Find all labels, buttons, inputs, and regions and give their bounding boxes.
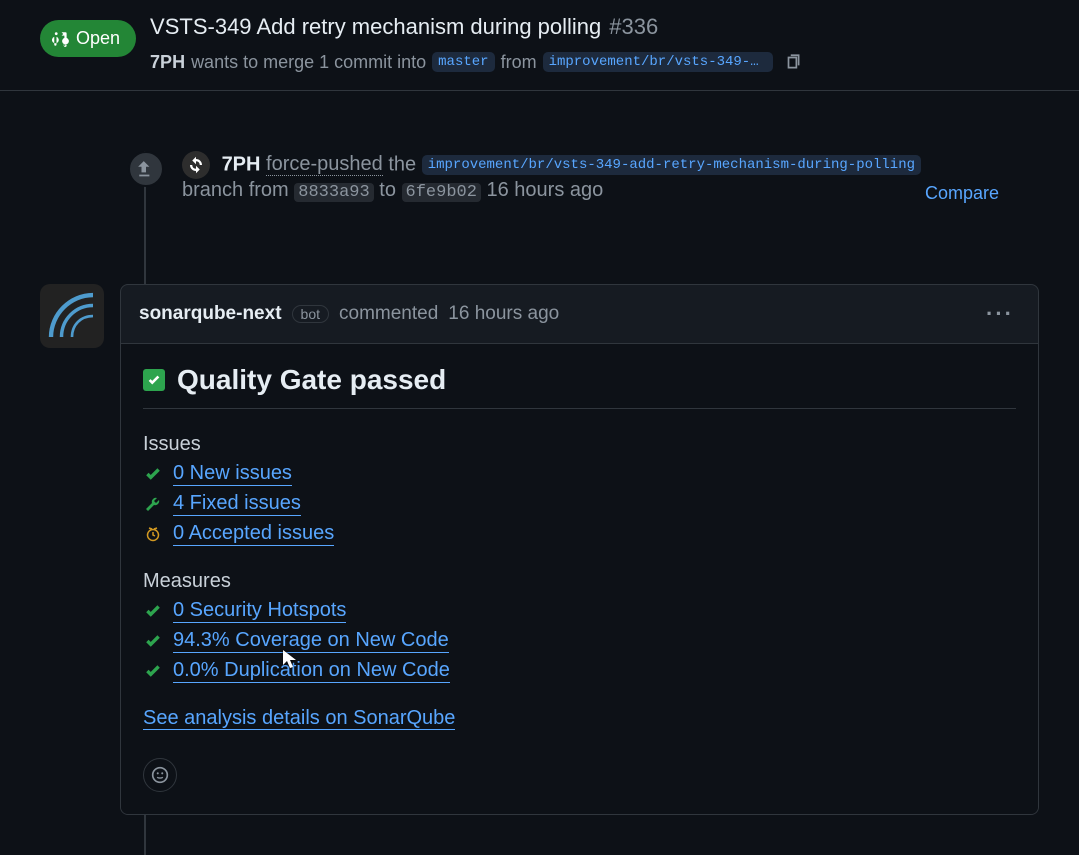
metric-row: 0.0% Duplication on New Code — [143, 659, 1016, 683]
pr-state-label: Open — [76, 28, 120, 49]
metric-row: 0 Accepted issues — [143, 522, 1016, 546]
compare-link[interactable]: Compare — [925, 183, 999, 204]
add-reaction-button[interactable] — [143, 758, 177, 792]
metric-row: 4 Fixed issues — [143, 492, 1016, 516]
comment-wrap: sonarqube-next bot commented 16 hours ag… — [40, 284, 1039, 815]
metric-row: 94.3% Coverage on New Code — [143, 629, 1016, 653]
base-branch-chip[interactable]: master — [432, 52, 494, 72]
branch-word: branch from — [182, 179, 289, 201]
issues-heading: Issues — [143, 433, 1016, 456]
metric-row: 0 New issues — [143, 462, 1016, 486]
check-icon — [143, 601, 163, 621]
sonarqube-icon — [44, 288, 100, 344]
qg-pass-icon — [143, 369, 165, 391]
force-push-icon — [137, 160, 155, 178]
merge-text: wants to merge 1 commit into — [191, 52, 426, 73]
event-branch-chip[interactable]: improvement/br/vsts-349-add-retry-mechan… — [422, 155, 921, 175]
metric-row: 0 Security Hotspots — [143, 599, 1016, 623]
the-word: the — [388, 153, 416, 175]
pr-title: VSTS-349 Add retry mechanism during poll… — [150, 14, 601, 40]
measures-list: 0 Security Hotspots 94.3% Coverage on New… — [143, 599, 1016, 683]
pr-header-main: VSTS-349 Add retry mechanism during poll… — [150, 14, 1079, 76]
from-word: from — [501, 52, 537, 73]
metric-link[interactable]: 0 New issues — [173, 462, 292, 486]
timeline: 7PH force-pushed the improvement/br/vsts… — [0, 151, 1079, 855]
force-pushed-link[interactable]: force-pushed — [266, 153, 383, 176]
metric-link[interactable]: 0 Security Hotspots — [173, 599, 346, 623]
commented-word: commented — [339, 303, 438, 325]
wrench-icon — [143, 494, 163, 514]
comment-body: Quality Gate passed Issues 0 New issues 4… — [121, 344, 1038, 814]
event-actor[interactable]: 7PH — [222, 153, 261, 175]
qg-title-text: Quality Gate passed — [177, 364, 446, 396]
issues-list: 0 New issues 4 Fixed issues 0 Accepted iss… — [143, 462, 1016, 546]
pr-state-badge: Open — [40, 20, 136, 57]
copy-branch-button[interactable] — [779, 48, 807, 76]
clock-icon — [143, 524, 163, 544]
metric-link[interactable]: 94.3% Coverage on New Code — [173, 629, 449, 653]
bot-label: bot — [292, 305, 329, 323]
git-pr-icon — [52, 30, 70, 48]
sync-icon — [187, 156, 205, 174]
copy-icon — [784, 53, 802, 71]
metric-link[interactable]: 0.0% Duplication on New Code — [173, 659, 450, 683]
check-icon — [143, 631, 163, 651]
pr-author[interactable]: 7PH — [150, 52, 185, 73]
from-sha[interactable]: 8833a93 — [294, 183, 373, 202]
comment-time[interactable]: 16 hours ago — [448, 303, 559, 325]
smile-icon — [151, 766, 169, 784]
to-sha[interactable]: 6fe9b02 — [402, 183, 481, 202]
pr-merge-desc: 7PH wants to merge 1 commit into master … — [150, 48, 1079, 76]
head-branch-chip[interactable]: improvement/br/vsts-349-a… — [543, 52, 773, 72]
event-time: 16 hours ago — [487, 179, 604, 201]
bot-avatar[interactable] — [40, 284, 104, 348]
metric-link[interactable]: 4 Fixed issues — [173, 492, 301, 516]
pr-header: Open VSTS-349 Add retry mechanism during… — [0, 0, 1079, 91]
measures-heading: Measures — [143, 570, 1016, 593]
actor-avatar[interactable] — [182, 151, 210, 179]
check-icon — [143, 464, 163, 484]
metric-link[interactable]: 0 Accepted issues — [173, 522, 334, 546]
sonarqube-comment: sonarqube-next bot commented 16 hours ag… — [120, 284, 1039, 815]
comment-header: sonarqube-next bot commented 16 hours ag… — [121, 285, 1038, 344]
force-push-badge — [128, 151, 164, 187]
comment-menu-button[interactable]: ··· — [980, 299, 1020, 329]
to-word: to — [379, 179, 396, 201]
details-link[interactable]: See analysis details on SonarQube — [143, 707, 455, 730]
quality-gate-heading: Quality Gate passed — [143, 364, 1016, 409]
pr-number: #336 — [609, 14, 658, 40]
check-icon — [143, 661, 163, 681]
force-push-event: 7PH force-pushed the improvement/br/vsts… — [40, 151, 1039, 204]
comment-author[interactable]: sonarqube-next — [139, 303, 282, 325]
